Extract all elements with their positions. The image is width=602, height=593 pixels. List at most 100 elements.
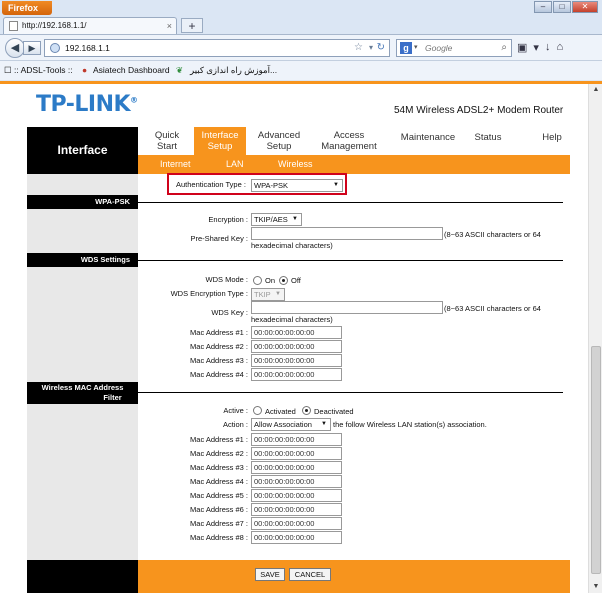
activated-label: Activated bbox=[265, 407, 296, 416]
download-icon[interactable]: ↓ bbox=[545, 41, 551, 54]
vertical-scrollbar[interactable]: ▲ ▼ bbox=[588, 84, 602, 593]
filter-mac-label: Mac Address #6 : bbox=[190, 505, 248, 514]
menu-maintenance[interactable]: Maintenance bbox=[394, 127, 462, 155]
wds-mode-label: WDS Mode : bbox=[205, 275, 248, 284]
filter-mac-label: Mac Address #5 : bbox=[190, 491, 248, 500]
submenu-lan[interactable]: LAN bbox=[226, 155, 244, 174]
search-engine-dropdown-icon[interactable]: ▾ bbox=[414, 40, 418, 56]
filter-mac-input[interactable]: 00:00:00:00:00:00 bbox=[251, 447, 342, 460]
filter-mac-input[interactable]: 00:00:00:00:00:00 bbox=[251, 475, 342, 488]
search-icon[interactable]: ⌕ bbox=[501, 40, 507, 56]
wds-mac-input[interactable]: 00:00:00:00:00:00 bbox=[251, 326, 342, 339]
filter-mac-input[interactable]: 00:00:00:00:00:00 bbox=[251, 461, 342, 474]
maximize-icon[interactable]: □ bbox=[553, 1, 571, 13]
toolbar-dropdown-icon[interactable]: ▾ bbox=[533, 41, 539, 54]
submenu-wireless[interactable]: Wireless bbox=[278, 155, 313, 174]
scroll-up-icon[interactable]: ▲ bbox=[590, 84, 602, 96]
filter-mac-label: Mac Address #1 : bbox=[190, 435, 248, 444]
wds-mac-input[interactable]: 00:00:00:00:00:00 bbox=[251, 340, 342, 353]
globe-icon bbox=[50, 43, 60, 53]
bookmarks-icon[interactable]: ▣ bbox=[517, 41, 527, 54]
scroll-down-icon[interactable]: ▼ bbox=[590, 581, 602, 593]
footer-bar bbox=[138, 560, 570, 593]
wds-mac-input[interactable]: 00:00:00:00:00:00 bbox=[251, 354, 342, 367]
save-button[interactable]: SAVE bbox=[255, 568, 285, 581]
filter-mac-label: Mac Address #4 : bbox=[190, 477, 248, 486]
wds-off-radio[interactable] bbox=[279, 276, 288, 285]
window-controls: – □ ✕ bbox=[534, 1, 598, 13]
reload-icon[interactable]: ↻ bbox=[377, 40, 385, 56]
wds-mac-label: Mac Address #2 : bbox=[190, 342, 248, 351]
auth-type-select[interactable]: WPA-PSK ▼ bbox=[251, 179, 343, 192]
menu-interface-setup[interactable]: Interface Setup bbox=[194, 127, 246, 155]
wds-key-input[interactable] bbox=[251, 301, 443, 314]
wpa-psk-section-title: WPA-PSK bbox=[27, 195, 138, 209]
forward-arrow-icon[interactable]: ▶ bbox=[23, 41, 41, 55]
activated-radio[interactable] bbox=[253, 406, 262, 415]
menu-status[interactable]: Status bbox=[468, 127, 508, 155]
url-bar[interactable]: 192.168.1.1 ☆ ▾ ↻ bbox=[44, 39, 390, 57]
submenu-internet[interactable]: Internet bbox=[160, 155, 191, 174]
firefox-menu-button[interactable]: Firefox bbox=[2, 1, 52, 15]
browser-tab[interactable]: http://192.168.1.1/ × bbox=[3, 17, 177, 34]
leaf-icon: ❦ bbox=[176, 65, 184, 75]
wds-encryption-select[interactable]: TKIP ▼ bbox=[251, 288, 285, 301]
chevron-down-icon: ▼ bbox=[333, 182, 339, 188]
action-suffix: the follow Wireless LAN station(s) assoc… bbox=[333, 420, 487, 429]
wds-encryption-label: WDS Encryption Type : bbox=[170, 289, 248, 298]
bookmark-star-icon[interactable]: ☆ bbox=[354, 40, 363, 56]
menu-quick-start[interactable]: Quick Start bbox=[140, 127, 194, 155]
chevron-down-icon: ▼ bbox=[321, 421, 327, 427]
wds-on-radio[interactable] bbox=[253, 276, 262, 285]
close-icon[interactable]: ✕ bbox=[572, 1, 598, 13]
action-select[interactable]: Allow Association ▼ bbox=[251, 418, 331, 431]
bookmark-checkbox-icon: ☐ bbox=[4, 65, 12, 75]
google-icon[interactable]: g bbox=[400, 42, 412, 54]
bookmarks-toolbar: ☐ :: ADSL-Tools :: ● Asiatech Dashboard … bbox=[0, 60, 602, 80]
chevron-down-icon: ▼ bbox=[275, 291, 281, 297]
menu-help[interactable]: Help bbox=[534, 127, 570, 155]
footer-left bbox=[27, 560, 138, 593]
tab-close-icon[interactable]: × bbox=[167, 18, 172, 34]
sub-menu: Internet LAN Wireless bbox=[138, 155, 570, 174]
scroll-thumb[interactable] bbox=[591, 346, 601, 574]
wds-mac-input[interactable]: 00:00:00:00:00:00 bbox=[251, 368, 342, 381]
back-arrow-icon[interactable]: ◀ bbox=[5, 38, 25, 58]
wds-mac-label: Mac Address #4 : bbox=[190, 370, 248, 379]
toolbar-icons: ▣ ▾ ↓ ⌂ bbox=[517, 41, 563, 54]
menu-access-management[interactable]: Access Management bbox=[314, 127, 384, 155]
wds-key-hint-line-2: hexadecimal characters) bbox=[251, 315, 333, 324]
divider bbox=[138, 260, 563, 261]
wds-key-hint-line-1: (8~63 ASCII characters or 64 bbox=[444, 304, 541, 313]
search-placeholder: Google bbox=[425, 43, 453, 53]
bookmark-asiatech[interactable]: Asiatech Dashboard bbox=[93, 61, 170, 80]
wds-section-title: WDS Settings bbox=[27, 253, 138, 267]
pre-shared-key-input[interactable] bbox=[251, 227, 443, 240]
bookmark-adsl-tools[interactable]: :: ADSL-Tools :: bbox=[14, 61, 73, 80]
asiatech-icon: ● bbox=[82, 65, 88, 75]
tab-title: http://192.168.1.1/ bbox=[22, 21, 87, 30]
page-icon bbox=[9, 21, 18, 31]
encryption-select[interactable]: TKIP/AES ▼ bbox=[251, 213, 302, 226]
cancel-button[interactable]: CANCEL bbox=[289, 568, 331, 581]
psk-hint-line-1: (8~63 ASCII characters or 64 bbox=[444, 230, 541, 239]
wds-mac-label: Mac Address #1 : bbox=[190, 328, 248, 337]
filter-mac-input[interactable]: 00:00:00:00:00:00 bbox=[251, 489, 342, 502]
navigation-bar: ◀ ▶ 192.168.1.1 ☆ ▾ ↻ g ▾ Google ⌕ ▣ ▾ ↓… bbox=[0, 34, 602, 60]
filter-mac-input[interactable]: 00:00:00:00:00:00 bbox=[251, 433, 342, 446]
deactivated-radio[interactable] bbox=[302, 406, 311, 415]
search-input[interactable]: g ▾ Google ⌕ bbox=[396, 39, 512, 57]
divider bbox=[138, 202, 563, 203]
filter-mac-input[interactable]: 00:00:00:00:00:00 bbox=[251, 503, 342, 516]
filter-mac-input[interactable]: 00:00:00:00:00:00 bbox=[251, 531, 342, 544]
history-dropdown-icon[interactable]: ▾ bbox=[369, 40, 373, 56]
action-label: Action : bbox=[222, 420, 248, 429]
wds-mac-label: Mac Address #3 : bbox=[190, 356, 248, 365]
home-icon[interactable]: ⌂ bbox=[556, 41, 563, 54]
filter-mac-label: Mac Address #3 : bbox=[190, 463, 248, 472]
new-tab-button[interactable]: + bbox=[181, 18, 203, 33]
filter-mac-input[interactable]: 00:00:00:00:00:00 bbox=[251, 517, 342, 530]
bookmark-kabir[interactable]: آموزش راه اندازی کبیر... bbox=[190, 61, 277, 80]
menu-advanced-setup[interactable]: Advanced Setup bbox=[250, 127, 308, 155]
minimize-icon[interactable]: – bbox=[534, 1, 552, 13]
